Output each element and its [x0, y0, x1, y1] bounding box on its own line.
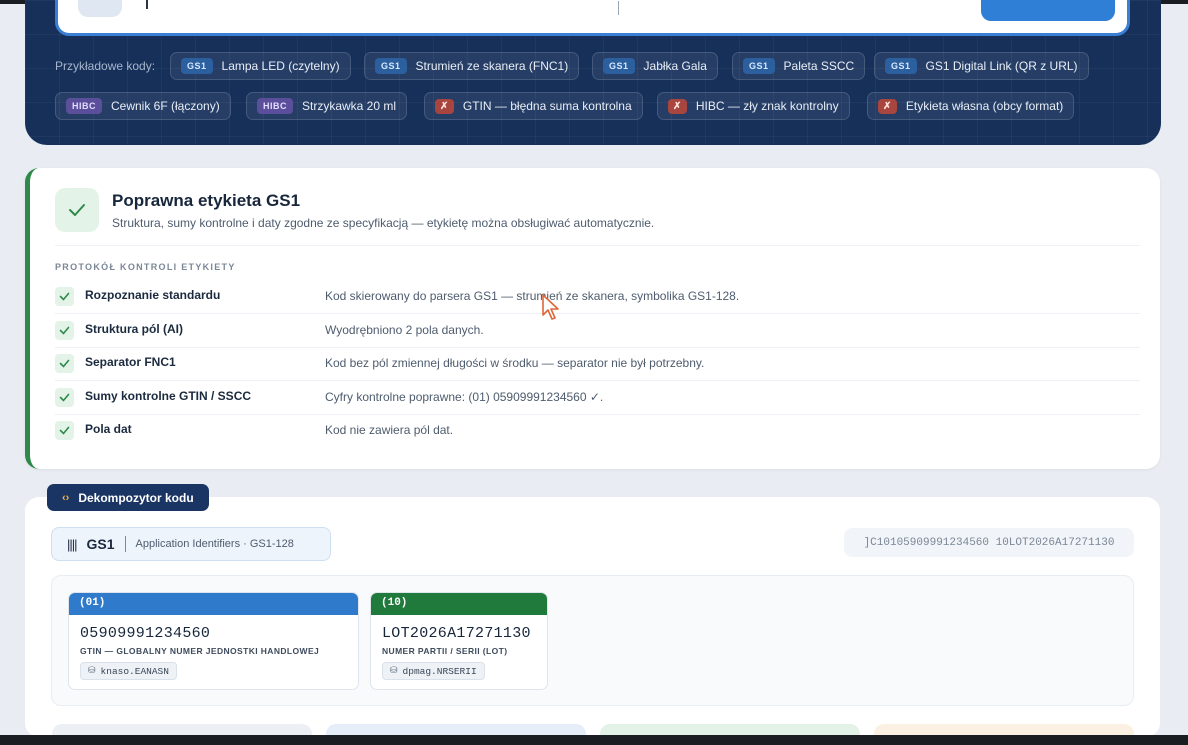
mouse-pointer-icon — [542, 294, 559, 320]
check-name: Struktura pól (AI) — [85, 322, 183, 336]
ai-value: 05909991234560 — [80, 625, 211, 642]
chip-label: Strumień ze skanera (FNC1) — [415, 59, 569, 73]
ai-field-card[interactable]: (10) LOT2026A17271130 NUMER PARTII / SERII… — [370, 592, 548, 690]
example-chip[interactable]: GS1 Strumień ze skanera (FNC1) — [364, 52, 580, 80]
chip-label: Etykieta własna (obcy format) — [905, 99, 1064, 113]
check-description: Kod skierowany do parsera GS1 — strumień… — [325, 289, 740, 303]
chip-tag: GS1 — [885, 58, 917, 74]
example-chip[interactable]: HIBC Strzykawka 20 ml — [246, 92, 408, 120]
database-icon: ⛁ — [88, 666, 96, 676]
chip-label: HIBC — zły znak kontrolny — [695, 99, 839, 113]
check-icon — [55, 388, 74, 407]
example-chip[interactable]: GS1 Jabłka Gala — [592, 52, 718, 80]
check-description: Kod bez pól zmiennej długości w środku —… — [325, 356, 705, 370]
chip-label: Jabłka Gala — [643, 59, 707, 73]
check-icon — [55, 354, 74, 373]
check-icon — [55, 287, 74, 306]
standard-pill: |||| GS1 Application Identifiers · GS1-1… — [51, 527, 331, 561]
standard-name: GS1 — [86, 536, 115, 552]
standard-description: Application Identifiers · GS1-128 — [135, 538, 294, 550]
example-chip[interactable]: ✗ GTIN — błędna suma kontrolna — [424, 92, 643, 120]
chip-tag: GS1 — [743, 58, 775, 74]
code-input[interactable] — [55, 0, 1130, 36]
db-field-badge: ⛁ knaso.EANASN — [80, 662, 177, 680]
db-field-name: dpmag.NRSERII — [402, 665, 477, 677]
decomposer-tab-label: Dekompozytor kodu — [78, 490, 194, 505]
check-row: Separator FNC1 Kod bez pól zmiennej długo… — [55, 348, 1140, 381]
check-row: Pola dat Kod nie zawiera pól dat. — [55, 415, 1140, 448]
check-description: Cyfry kontrolne poprawne: (01) 059099912… — [325, 390, 604, 404]
protocol-heading: PROTOKÓŁ KONTROLI ETYKIETY — [55, 262, 236, 272]
check-icon — [55, 188, 99, 232]
parse-button[interactable] — [981, 0, 1115, 21]
ai-value: LOT2026A17271130 — [382, 625, 531, 642]
check-description: Kod nie zawiera pól dat. — [325, 423, 454, 437]
chip-label: Paleta SSCC — [783, 59, 855, 73]
input-divider — [618, 1, 619, 15]
check-name: Separator FNC1 — [85, 355, 176, 369]
check-name: Rozpoznanie standardu — [85, 288, 221, 302]
chip-label: GTIN — błędna suma kontrolna — [462, 99, 632, 113]
chip-label: GS1 Digital Link (QR z URL) — [925, 59, 1078, 73]
example-chip[interactable]: GS1 Paleta SSCC — [732, 52, 866, 80]
result-subtitle: Struktura, sumy kontrolne i daty zgodne … — [112, 216, 655, 230]
barcode-icon — [78, 0, 122, 17]
chip-tag: ✗ — [878, 98, 897, 114]
ai-label: NUMER PARTII / SERII (LOT) — [382, 646, 508, 656]
chip-tag: ✗ — [668, 98, 687, 114]
barcode-icon: |||| — [67, 536, 77, 552]
check-row: Rozpoznanie standardu Kod skierowany do p… — [55, 281, 1140, 314]
example-chip[interactable]: HIBC Cewnik 6F (łączony) — [55, 92, 231, 120]
chip-tag: GS1 — [375, 58, 407, 74]
ai-label: GTIN — GLOBALNY NUMER JEDNOSTKI HANDLOWE… — [80, 646, 320, 656]
chip-tag: GS1 — [603, 58, 635, 74]
example-chip[interactable]: ✗ HIBC — zły znak kontrolny — [657, 92, 850, 120]
scanner-panel: Przykładowe kody: GS1 Lampa LED (czytelny… — [25, 0, 1161, 145]
check-icon — [55, 321, 74, 340]
check-row: Struktura pól (AI) Wyodrębniono 2 pola da… — [55, 315, 1140, 348]
validation-result-card: Poprawna etykieta GS1 Struktura, sumy ko… — [25, 168, 1160, 469]
chip-tag: GS1 — [181, 58, 213, 74]
check-name: Pola dat — [85, 422, 132, 436]
example-chip[interactable]: GS1 Lampa LED (czytelny) — [170, 52, 351, 80]
check-name: Sumy kontrolne GTIN / SSCC — [85, 389, 252, 403]
check-icon — [55, 421, 74, 440]
db-field-name: knaso.EANASN — [100, 665, 169, 677]
decomposer-tab[interactable]: ‹› Dekompozytor kodu — [47, 484, 209, 511]
ai-fields-area: (01) 05909991234560 GTIN — GLOBALNY NUMER … — [51, 575, 1134, 706]
db-field-badge: ⛁ dpmag.NRSERII — [382, 662, 485, 680]
chip-label: Cewnik 6F (łączony) — [111, 99, 220, 113]
examples-label: Przykładowe kody: — [55, 59, 156, 73]
text-cursor — [146, 0, 148, 9]
chip-tag: HIBC — [66, 98, 102, 114]
check-row: Sumy kontrolne GTIN / SSCC Cyfry kontroln… — [55, 382, 1140, 415]
ai-code: (10) — [371, 593, 547, 615]
example-chip[interactable]: ✗ Etykieta własna (obcy format) — [867, 92, 1075, 120]
chip-label: Strzykawka 20 ml — [302, 99, 397, 113]
example-chip[interactable]: GS1 GS1 Digital Link (QR z URL) — [874, 52, 1089, 80]
chip-label: Lampa LED (czytelny) — [221, 59, 340, 73]
result-title: Poprawna etykieta GS1 — [112, 191, 301, 210]
window-bottom-edge — [0, 735, 1188, 745]
ai-field-card[interactable]: (01) 05909991234560 GTIN — GLOBALNY NUMER … — [68, 592, 359, 690]
chip-tag: HIBC — [257, 98, 293, 114]
separator — [124, 536, 126, 552]
divider — [55, 245, 1140, 246]
database-icon: ⛁ — [390, 666, 398, 676]
code-icon: ‹› — [62, 491, 70, 504]
chip-tag: ✗ — [435, 98, 454, 114]
raw-code-display: ]C10105909991234560 10LOT2026A17271130 — [844, 528, 1134, 557]
check-description: Wyodrębniono 2 pola danych. — [325, 323, 484, 337]
decomposer-card: |||| GS1 Application Identifiers · GS1-1… — [25, 497, 1160, 737]
ai-code: (01) — [69, 593, 358, 615]
